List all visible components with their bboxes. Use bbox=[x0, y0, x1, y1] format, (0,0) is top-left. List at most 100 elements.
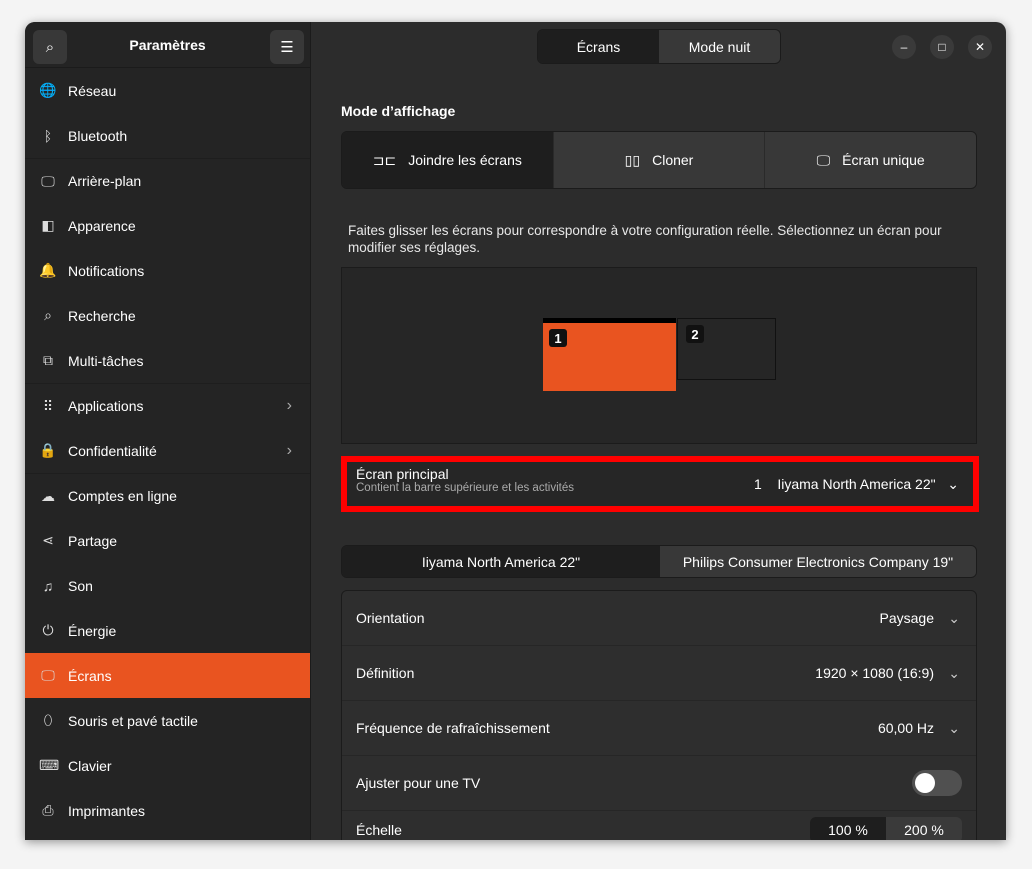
chevron-right-icon: › bbox=[286, 441, 292, 459]
monitor-number: 1 bbox=[549, 329, 567, 347]
join-displays-icon: ⊐⊏ bbox=[372, 151, 397, 168]
sidebar-item-clavier[interactable]: ⌨ Clavier bbox=[25, 743, 310, 788]
sidebar-item-label: Apparence bbox=[68, 217, 136, 234]
primary-display-value: Iiyama North America 22" bbox=[777, 476, 936, 492]
sidebar-item-partage[interactable]: ⋖ Partage bbox=[25, 518, 310, 563]
scale-label: Échelle bbox=[356, 822, 402, 838]
setting-label: Fréquence de rafraîchissement bbox=[356, 720, 550, 736]
tv-adjust-toggle[interactable] bbox=[912, 770, 962, 796]
display-icon: 🖵 bbox=[41, 667, 55, 683]
primary-display-row[interactable]: Écran principal Contient la barre supéri… bbox=[341, 456, 979, 512]
apps-icon: ⠿ bbox=[42, 397, 54, 414]
minimize-button[interactable]: – bbox=[892, 35, 916, 59]
monitor-number: 2 bbox=[686, 325, 704, 343]
mode-mirror-button[interactable]: ▯▯ Cloner bbox=[552, 132, 765, 188]
multitask-icon: ⧉ bbox=[43, 352, 53, 368]
display-mode-selector: ⊐⊏ Joindre les écrans ▯▯ Cloner 🖵 Écran uni… bbox=[341, 131, 977, 189]
setting-value: 60,00 Hz bbox=[877, 720, 934, 736]
sidebar-item-label: Clavier bbox=[68, 757, 112, 774]
setting-label: Définition bbox=[356, 665, 415, 681]
tv-adjust-row: Ajuster pour une TV bbox=[342, 756, 976, 811]
sidebar-item-e-nergie[interactable]: ⏻ Énergie bbox=[25, 608, 310, 653]
chevron-down-icon: ⌄ bbox=[948, 664, 960, 681]
sidebar-item-label: Réseau bbox=[68, 82, 117, 99]
sidebar-item-bluetooth[interactable]: ᛒ Bluetooth bbox=[25, 113, 310, 158]
monitor-2[interactable]: 2 bbox=[677, 318, 776, 380]
bluetooth-icon: ᛒ bbox=[43, 127, 53, 144]
mode-single-button[interactable]: 🖵 Écran unique bbox=[764, 132, 976, 188]
sidebar-item-re-seau[interactable]: 🌐 Réseau bbox=[25, 68, 310, 113]
lock-icon: 🔒 bbox=[39, 442, 57, 458]
sidebar-item-confidentialite-[interactable]: 🔒 Confidentialité › bbox=[25, 428, 310, 473]
sidebar-item-label: Notifications bbox=[68, 262, 145, 279]
mode-label: Cloner bbox=[652, 152, 694, 168]
display-mode-title: Mode d’affichage bbox=[341, 103, 456, 119]
sidebar-item-label: Bluetooth bbox=[68, 127, 128, 144]
setting-row[interactable]: Fréquence de rafraîchissement 60,00 Hz ⌄ bbox=[342, 701, 976, 756]
tab-mode-nuit[interactable]: Mode nuit bbox=[659, 30, 780, 63]
monitor-settings-list: Orientation Paysage ⌄ Définition 1920 × 1080… bbox=[341, 590, 977, 840]
setting-row[interactable]: Orientation Paysage ⌄ bbox=[342, 591, 976, 646]
settings-window: ⌕ Paramètres ☰ 🌐 Réseau ᛒ Bluetooth 🖵 Arrière… bbox=[25, 22, 1006, 840]
background-icon: 🖵 bbox=[41, 172, 55, 189]
sidebar-item-arrie-re-plan[interactable]: 🖵 Arrière-plan bbox=[25, 158, 310, 203]
sidebar-item-label: Confidentialité bbox=[68, 442, 157, 459]
sidebar-item-label: Écrans bbox=[68, 667, 112, 684]
header-bar: Écrans Mode nuit – □ ✕ bbox=[312, 22, 1006, 68]
keyboard-icon: ⌨ bbox=[39, 757, 60, 773]
setting-label: Orientation bbox=[356, 610, 425, 626]
setting-value: 1920 × 1080 (16:9) bbox=[815, 665, 934, 681]
scale-100-button[interactable]: 100 % bbox=[810, 817, 886, 840]
sidebar-item-imprimantes[interactable]: ⎙ Imprimantes bbox=[25, 788, 310, 833]
single-display-icon: 🖵 bbox=[816, 151, 831, 168]
sidebar: ⌕ Paramètres ☰ 🌐 Réseau ᛒ Bluetooth 🖵 Arrière… bbox=[25, 22, 311, 840]
hamburger-icon: ☰ bbox=[280, 39, 294, 56]
sidebar-item-souris-et-pave-tactile[interactable]: ⬯ Souris et pavé tactile bbox=[25, 698, 310, 743]
mirror-icon: ▯▯ bbox=[624, 151, 641, 168]
maximize-button[interactable]: □ bbox=[930, 35, 954, 59]
chevron-down-icon: ⌄ bbox=[948, 609, 960, 626]
sidebar-item-comptes-en-ligne[interactable]: ☁ Comptes en ligne bbox=[25, 473, 310, 518]
cloud-icon: ☁ bbox=[41, 487, 55, 504]
mouse-icon: ⬯ bbox=[43, 712, 53, 728]
sidebar-title: Paramètres bbox=[129, 37, 206, 53]
chevron-down-icon: ⌄ bbox=[948, 719, 960, 736]
sidebar-item-apparence[interactable]: ◧ Apparence bbox=[25, 203, 310, 248]
share-icon: ⋖ bbox=[42, 532, 54, 548]
sidebar-item-label: Énergie bbox=[68, 622, 117, 639]
monitor-1[interactable]: 1 bbox=[543, 318, 676, 391]
setting-row[interactable]: Définition 1920 × 1080 (16:9) ⌄ bbox=[342, 646, 976, 701]
arrangement-description: Faites glisser les écrans pour correspon… bbox=[348, 223, 942, 255]
sidebar-item-label: Comptes en ligne bbox=[68, 488, 177, 504]
mode-label: Écran unique bbox=[842, 152, 925, 168]
appearance-icon: ◧ bbox=[41, 217, 55, 233]
sidebar-item-label: Recherche bbox=[68, 307, 136, 324]
close-button[interactable]: ✕ bbox=[968, 35, 992, 59]
sidebar-item-label: Partage bbox=[68, 532, 118, 549]
sidebar-item-son[interactable]: ♫ Son bbox=[25, 563, 310, 608]
mode-label: Joindre les écrans bbox=[408, 152, 522, 168]
scale-row: Échelle 100 % 200 % bbox=[342, 811, 976, 840]
display-arrangement: 1 2 bbox=[341, 267, 977, 444]
sidebar-item-notifications[interactable]: 🔔 Notifications bbox=[25, 248, 310, 293]
sidebar-item-recherche[interactable]: ⌕ Recherche bbox=[25, 293, 310, 338]
chevron-down-icon: ⌄ bbox=[947, 476, 959, 492]
power-icon: ⏻ bbox=[42, 622, 54, 638]
tab-ecrans[interactable]: Écrans bbox=[538, 30, 659, 63]
music-icon: ♫ bbox=[42, 577, 54, 594]
chevron-right-icon: › bbox=[286, 397, 292, 414]
sidebar-item-multi-ta-ches[interactable]: ⧉ Multi-tâches bbox=[25, 338, 310, 383]
sidebar-item-label: Arrière-plan bbox=[68, 173, 142, 189]
sidebar-item-e-crans[interactable]: 🖵 Écrans bbox=[25, 653, 310, 698]
sidebar-item-applications[interactable]: ⠿ Applications › bbox=[25, 383, 310, 428]
mode-join-button[interactable]: ⊐⊏ Joindre les écrans bbox=[342, 132, 553, 188]
tv-adjust-label: Ajuster pour une TV bbox=[356, 775, 481, 791]
printer-icon: ⎙ bbox=[42, 802, 54, 818]
primary-display-number: 1 bbox=[753, 476, 762, 492]
monitor-tab-philips[interactable]: Philips Consumer Electronics Company 19" bbox=[660, 546, 976, 577]
monitor-tab-iiyama[interactable]: Iiyama North America 22" bbox=[342, 546, 660, 577]
search-icon: ⌕ bbox=[44, 307, 52, 323]
globe-icon: 🌐 bbox=[39, 82, 57, 98]
menu-button[interactable]: ☰ bbox=[270, 30, 304, 64]
scale-200-button[interactable]: 200 % bbox=[886, 817, 962, 840]
